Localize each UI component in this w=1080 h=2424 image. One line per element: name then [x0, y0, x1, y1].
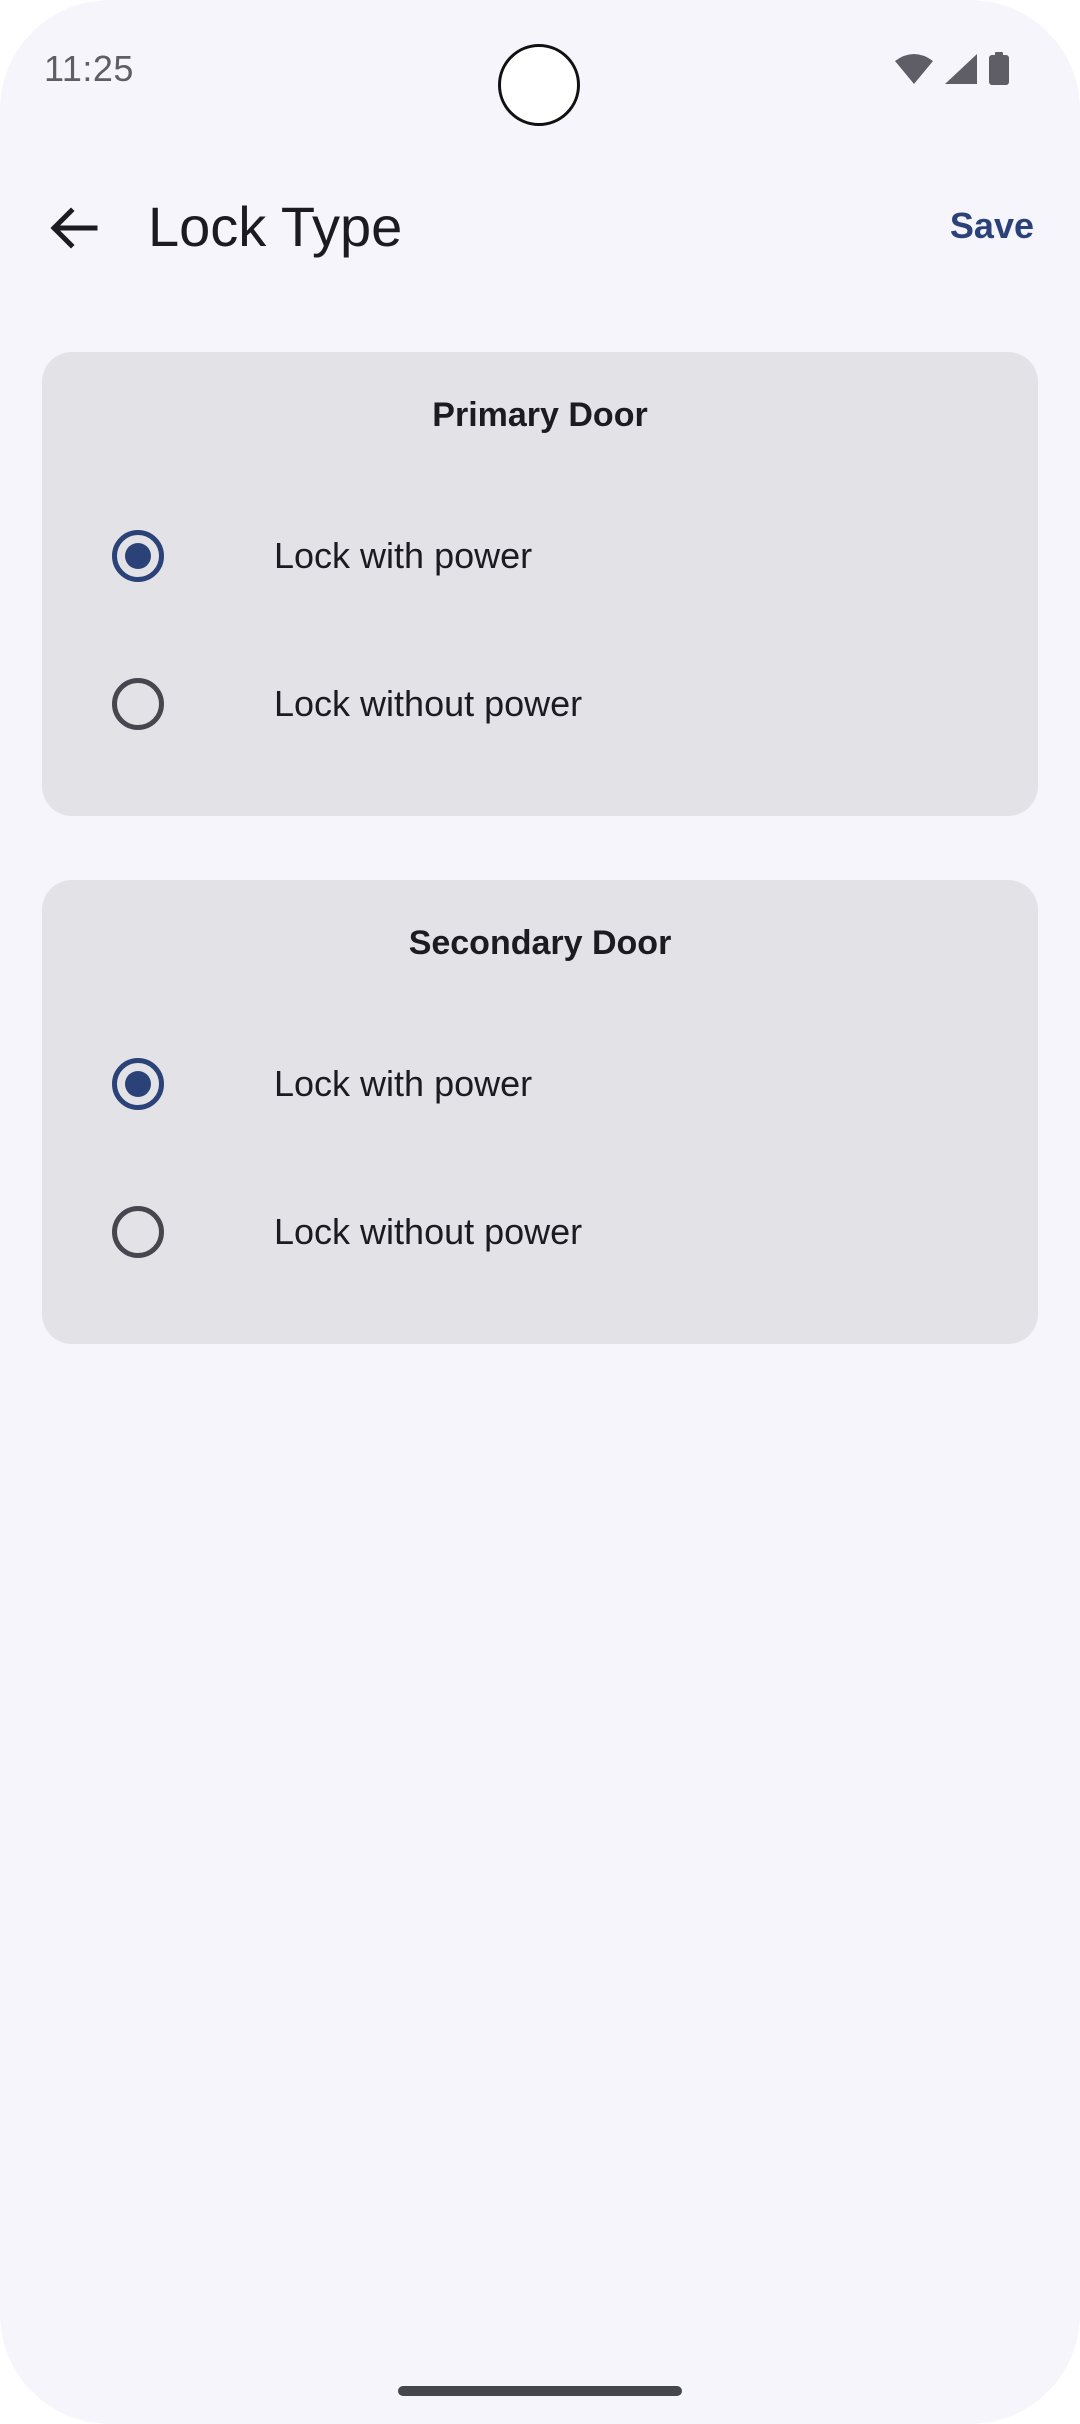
- cell-signal-icon: [944, 53, 978, 85]
- primary-lock-with-power-option[interactable]: Lock with power: [112, 506, 972, 606]
- option-label: Lock without power: [274, 1211, 583, 1252]
- back-button[interactable]: [36, 192, 112, 268]
- wifi-icon: [894, 53, 934, 85]
- option-label: Lock with power: [274, 1063, 533, 1104]
- primary-lock-without-power-option[interactable]: Lock without power: [112, 654, 972, 754]
- page-title: Lock Type: [148, 195, 403, 258]
- radio-button-checked[interactable]: [112, 530, 164, 582]
- status-icons: [894, 52, 1010, 86]
- card-title: Primary Door: [432, 396, 648, 434]
- radio-button-checked[interactable]: [112, 1058, 164, 1110]
- battery-icon: [988, 52, 1010, 86]
- status-bar: 11:25: [0, 0, 1080, 140]
- status-time: 11:25: [44, 48, 134, 89]
- primary-door-card: Primary Door Lock with power Lock withou…: [42, 352, 1038, 816]
- option-label: Lock without power: [274, 683, 583, 724]
- arrow-back-icon: [49, 206, 99, 255]
- radio-button-unchecked[interactable]: [112, 1206, 164, 1258]
- secondary-lock-without-power-option[interactable]: Lock without power: [112, 1182, 972, 1282]
- option-label: Lock with power: [274, 535, 533, 576]
- card-title: Secondary Door: [408, 924, 672, 962]
- secondary-door-card: Secondary Door Lock with power Lock with…: [42, 880, 1038, 1344]
- save-button[interactable]: Save: [950, 200, 1034, 252]
- screen: 11:25 Lock Type Save Primary Door Lock w…: [0, 0, 1080, 2424]
- radio-button-unchecked[interactable]: [112, 678, 164, 730]
- secondary-lock-with-power-option[interactable]: Lock with power: [112, 1034, 972, 1134]
- app-bar: Lock Type Save: [0, 170, 1080, 282]
- camera-cutout: [498, 44, 580, 126]
- gesture-nav-handle[interactable]: [398, 2386, 682, 2396]
